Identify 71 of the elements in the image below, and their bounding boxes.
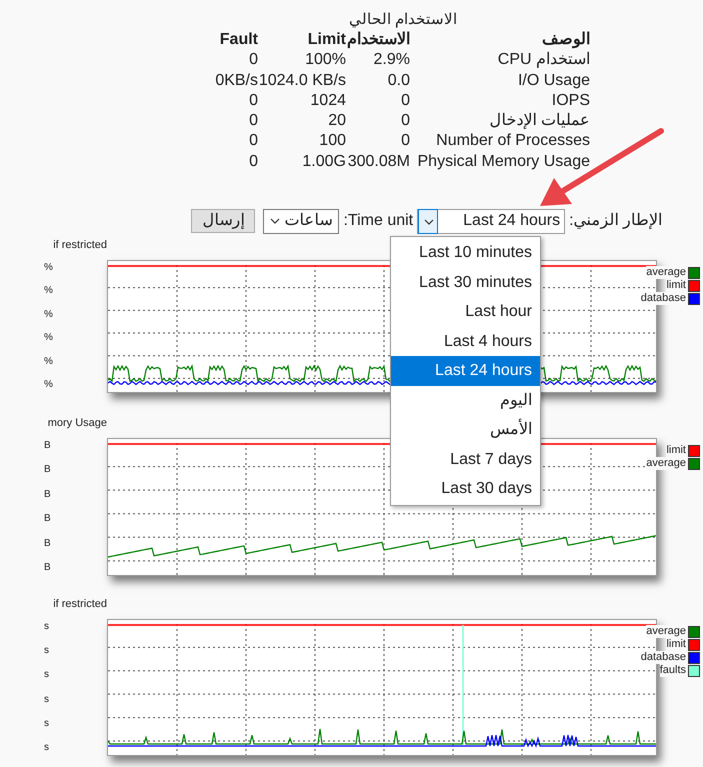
timeframe-select[interactable]: Last 24 hours bbox=[417, 208, 566, 234]
column-header: Limit bbox=[308, 30, 346, 50]
table-cell: 0 bbox=[249, 111, 258, 132]
column-header: الوصف bbox=[542, 30, 590, 50]
table-cell: عمليات الإدخال bbox=[490, 111, 590, 132]
axis-label: B bbox=[44, 488, 52, 501]
table-cell-text: IOPS bbox=[552, 90, 590, 111]
axis-label: B bbox=[44, 513, 52, 526]
axis-label: % bbox=[44, 285, 54, 298]
legend-label: average bbox=[646, 266, 686, 280]
legend-label: database bbox=[640, 292, 686, 306]
chart-title: if restricted bbox=[53, 239, 107, 252]
table-cell-text: 300.08M bbox=[348, 152, 410, 172]
column-header: الاستخدام bbox=[347, 30, 410, 50]
table-cell: I/O Usage bbox=[518, 70, 590, 91]
axis-label: s bbox=[44, 742, 50, 754]
axis-label: s bbox=[44, 669, 50, 682]
table-cell: 1024.0 KB/s bbox=[258, 70, 346, 91]
table-cell-text: 100% bbox=[305, 50, 346, 70]
table-cell-text: 0 bbox=[401, 90, 410, 111]
summary-title: الاستخدام الحالي bbox=[349, 11, 458, 28]
chart-title: mory Usage bbox=[48, 417, 107, 430]
column-header: Fault bbox=[220, 30, 258, 50]
axis-label: s bbox=[44, 621, 50, 634]
menu-option[interactable]: اليوم bbox=[391, 386, 540, 415]
table-cell-text: 0 bbox=[249, 152, 258, 172]
axis-label: % bbox=[44, 379, 54, 392]
legend-label: database bbox=[640, 651, 686, 664]
axis-label: B bbox=[44, 440, 52, 452]
table-cell-text: 0 bbox=[249, 50, 258, 70]
legend-label: average bbox=[646, 457, 686, 470]
axis-label: B bbox=[44, 562, 52, 574]
table-cell-text: 100 bbox=[319, 131, 346, 152]
table-cell: 20 bbox=[328, 111, 346, 132]
axis-label: % bbox=[44, 356, 54, 368]
table-cell: 0.0 bbox=[388, 70, 410, 91]
axis-label: B bbox=[44, 464, 52, 476]
chevron-down-icon bbox=[418, 208, 438, 234]
submit-button[interactable]: إرسال bbox=[191, 209, 256, 234]
axis-label: % bbox=[44, 262, 54, 274]
menu-option[interactable]: Last 30 days bbox=[391, 474, 540, 504]
menu-option[interactable]: Last 7 days bbox=[391, 444, 540, 474]
table-cell-text: 0 bbox=[401, 131, 410, 152]
table-cell-text: Physical Memory Usage bbox=[418, 152, 590, 172]
axis-label: % bbox=[44, 332, 54, 344]
menu-option[interactable]: Last 30 minutes bbox=[391, 268, 540, 297]
table-cell-text: Number of Processes bbox=[436, 131, 590, 152]
table-cell-text: استخدام CPU bbox=[498, 50, 590, 70]
menu-option[interactable]: Last 10 minutes bbox=[391, 238, 540, 268]
table-cell-text: 1.00G bbox=[302, 152, 346, 172]
table-cell-text: 2.9% bbox=[374, 50, 410, 70]
time-unit-label: Time unit: bbox=[343, 211, 414, 232]
time-unit-select[interactable]: ساعات bbox=[263, 208, 340, 234]
legend-label: average bbox=[646, 625, 686, 638]
table-cell: 0KB/s bbox=[215, 70, 258, 91]
axis-label: s bbox=[44, 645, 50, 658]
axis-label: B bbox=[44, 538, 52, 550]
chevron-down-icon bbox=[270, 218, 280, 224]
axis-label: s bbox=[44, 694, 50, 706]
menu-option[interactable]: Last hour bbox=[391, 297, 540, 326]
table-cell: 0 bbox=[401, 111, 410, 132]
table-cell-text: 1024 bbox=[310, 90, 346, 111]
menu-option[interactable]: Last 24 hours bbox=[391, 356, 540, 386]
timeframe-label: الإطار الزمني: bbox=[569, 211, 662, 232]
axis-label: % bbox=[44, 308, 54, 321]
chart-title: if restricted bbox=[53, 598, 107, 610]
axis-label: s bbox=[44, 718, 50, 730]
menu-option[interactable]: Last 4 hours bbox=[391, 326, 540, 356]
menu-option[interactable]: الأمس bbox=[391, 415, 540, 444]
table-cell-text: 0 bbox=[249, 90, 258, 111]
table-cell-text: 0 bbox=[249, 131, 258, 152]
